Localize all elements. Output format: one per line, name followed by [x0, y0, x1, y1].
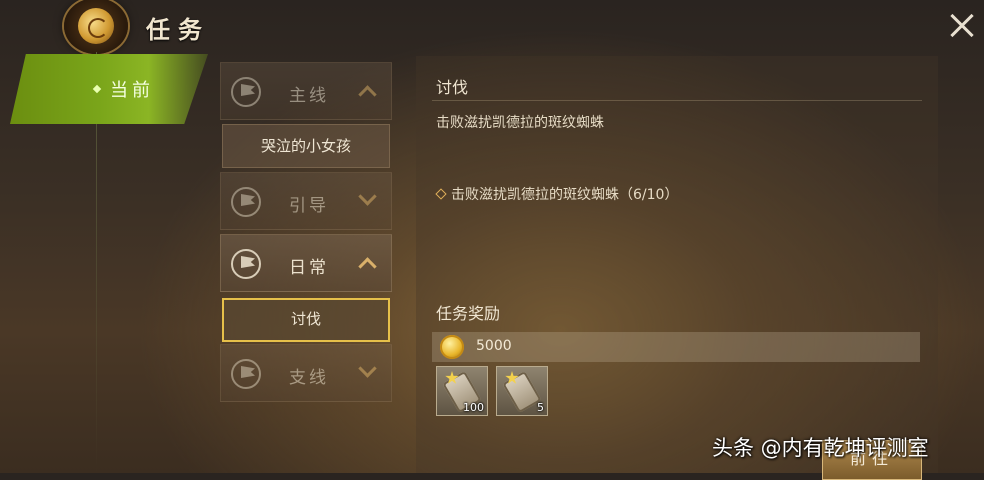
item-count: 100 — [463, 401, 484, 414]
category-label: 主线 — [289, 86, 329, 106]
flag-icon — [231, 359, 261, 389]
chevron-up-icon — [357, 83, 377, 97]
quest-item-crusade[interactable]: 讨伐 — [222, 298, 390, 342]
quest-description: 击败滋扰凯德拉的斑纹蜘蛛 — [436, 115, 604, 131]
category-side[interactable]: 支线 — [220, 344, 392, 402]
category-guide[interactable]: 引导 — [220, 172, 392, 230]
divider — [432, 100, 922, 101]
item-count: 5 — [537, 401, 544, 414]
gold-amount: 5000 — [476, 338, 512, 354]
nav-tab-label: 当前 — [110, 80, 154, 101]
header: 任务 — [0, 0, 984, 54]
reward-title: 任务奖励 — [436, 304, 501, 323]
category-daily[interactable]: 日常 — [220, 234, 392, 292]
flag-icon — [231, 77, 261, 107]
quest-emblem-icon — [64, 0, 128, 54]
chevron-down-icon — [357, 365, 377, 379]
watermark: 头条 @内有乾坤评测室 — [712, 436, 929, 460]
quest-objective: 击败滋扰凯德拉的斑纹蜘蛛（6/10） — [451, 187, 679, 203]
category-main[interactable]: 主线 — [220, 62, 392, 120]
page-title: 任务 — [146, 16, 210, 44]
close-button[interactable] — [944, 8, 980, 42]
nav-tab-current[interactable]: 当前 — [10, 54, 208, 124]
emblem-swirl-icon — [78, 8, 114, 44]
reward-item-slot[interactable]: 5 — [496, 366, 548, 416]
quest-item-crying-girl[interactable]: 哭泣的小女孩 — [222, 124, 390, 168]
category-label: 引导 — [289, 196, 329, 216]
flag-icon — [231, 249, 261, 279]
flag-icon — [231, 187, 261, 217]
chevron-down-icon — [357, 193, 377, 207]
diamond-bullet-icon — [92, 84, 102, 94]
category-label: 日常 — [289, 258, 329, 278]
category-label: 支线 — [289, 368, 329, 388]
quest-title: 讨伐 — [436, 78, 469, 97]
gold-coin-icon — [440, 335, 464, 359]
reward-item-slot[interactable]: 100 — [436, 366, 488, 416]
chevron-up-icon — [357, 255, 377, 269]
